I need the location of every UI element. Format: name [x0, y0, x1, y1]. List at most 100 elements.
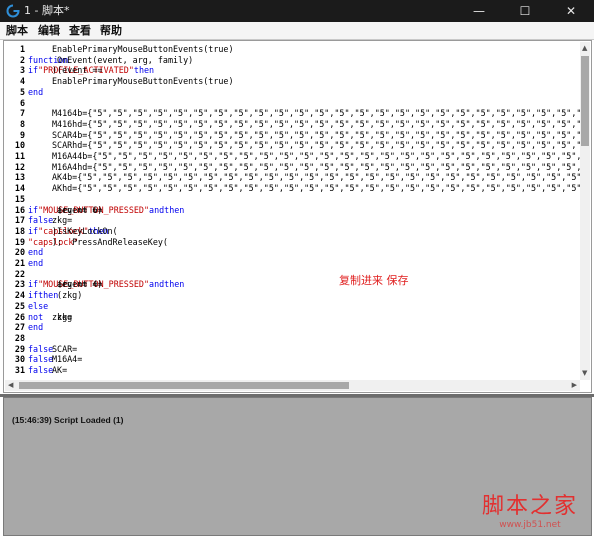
- line-number: 18: [14, 225, 25, 236]
- keyword-token: end: [28, 322, 44, 333]
- code-text[interactable]: end: [28, 247, 43, 258]
- keyword-token: if: [28, 290, 39, 301]
- code-text[interactable]: else: [28, 301, 48, 312]
- line-number: 9: [19, 129, 25, 140]
- code-token: EnablePrimaryMouseButtonEvents(true): [52, 76, 234, 87]
- horizontal-scrollbar[interactable]: ◀ ▶: [5, 380, 580, 391]
- line-number: 16: [14, 204, 25, 215]
- line-number: 25: [14, 300, 25, 311]
- code-token: M4164b={"5","5","5","5","5","5","5","5",…: [52, 108, 580, 119]
- annotation-note: 复制进来 保存: [339, 274, 409, 287]
- menu-view[interactable]: 查看: [69, 23, 91, 38]
- code-token: arg == 4): [52, 279, 108, 290]
- code-token: M16A4hd={"5","5","5","5","5","5","5","5"…: [52, 161, 580, 172]
- line-number: 10: [14, 140, 25, 151]
- code-token: EnablePrimaryMouseButtonEvents(true): [52, 44, 234, 54]
- line-number: 24: [14, 290, 25, 301]
- code-text[interactable]: zkg= not zkg: [28, 312, 72, 323]
- line-number: 21: [14, 258, 25, 268]
- keyword-token: else: [28, 300, 49, 311]
- code-text[interactable]: if IsKeyLockOn("capslock") then: [28, 225, 118, 237]
- code-text[interactable]: if (event == "PROFILE_ACTIVATED") then: [28, 65, 154, 76]
- keyword-token: if: [28, 225, 39, 236]
- code-token: SCARhd={"5","5","5","5","5","5","5","5",…: [52, 140, 580, 151]
- menu-help[interactable]: 帮助: [100, 23, 122, 38]
- menu-script[interactable]: 脚本: [6, 23, 28, 38]
- line-number: 11: [14, 151, 25, 161]
- line-number: 28: [14, 332, 25, 343]
- code-token: M416hd={"5","5","5","5","5","5","5","5",…: [52, 118, 580, 129]
- line-number: 17: [14, 215, 25, 226]
- line-number: 4: [19, 76, 25, 87]
- line-number: 27: [14, 322, 25, 333]
- line-number: 19: [14, 236, 25, 247]
- line-number: 29: [14, 343, 25, 354]
- line-number: 12: [14, 161, 25, 172]
- line-number: 1: [19, 44, 25, 54]
- code-token: zkg: [52, 311, 73, 322]
- keyword-token: end: [28, 247, 44, 258]
- horizontal-scroll-thumb[interactable]: [19, 382, 349, 389]
- line-number: 15: [14, 193, 25, 204]
- code-token: zkg=: [52, 215, 73, 226]
- code-text[interactable]: end: [28, 87, 43, 98]
- vertical-scroll-thumb[interactable]: [581, 56, 589, 146]
- line-number: 7: [19, 108, 25, 119]
- scroll-right-arrow-icon[interactable]: ▶: [572, 381, 577, 390]
- menu-edit[interactable]: 编辑: [38, 23, 60, 38]
- scroll-down-arrow-icon[interactable]: ▼: [582, 369, 587, 378]
- window-title: 1 - 脚本*: [24, 4, 70, 17]
- title-bar: 1 - 脚本* — ☐ ✕: [0, 0, 594, 22]
- line-number: 8: [19, 118, 25, 129]
- line-number: 31: [14, 365, 25, 375]
- line-number: 3: [19, 65, 25, 76]
- vertical-scrollbar[interactable]: ▲ ▼: [580, 42, 590, 380]
- line-number: 26: [14, 311, 25, 322]
- code-text[interactable]: if (event == "MOUSE_BUTTON_PRESSED" and …: [28, 279, 184, 290]
- maximize-button[interactable]: ☐: [502, 0, 548, 22]
- code-text[interactable]: M16A4= false: [28, 354, 82, 365]
- keyword-token: end: [28, 86, 44, 97]
- code-token: ): [52, 65, 63, 76]
- line-number: 30: [14, 354, 25, 365]
- watermark: 脚本之家 www.jb51.net: [470, 495, 590, 531]
- keyword-token: if: [28, 204, 39, 215]
- code-area[interactable]: 1 EnablePrimaryMouseButtonEvents(true) 2 fu…: [4, 44, 580, 378]
- script-editor[interactable]: 1 EnablePrimaryMouseButtonEvents(true) 2 fu…: [3, 40, 592, 393]
- scroll-up-arrow-icon[interactable]: ▲: [582, 44, 587, 53]
- logitech-g-logo-icon: [6, 4, 20, 18]
- menu-bar: 脚本 编辑 查看 帮助: [0, 22, 594, 40]
- keyword-token: then: [164, 204, 185, 215]
- keyword-token: false: [28, 365, 54, 375]
- code-text[interactable]: AK= false: [28, 365, 67, 376]
- code-token: OnEvent(event, arg, family): [52, 54, 194, 65]
- minimize-button[interactable]: —: [456, 0, 502, 22]
- code-token: PressAndReleaseKey(: [52, 236, 168, 247]
- code-token: (zkg): [52, 290, 83, 301]
- code-text[interactable]: zkg= false: [28, 215, 72, 226]
- keyword-token: and: [149, 279, 165, 290]
- code-text[interactable]: function OnEvent(event, arg, family): [28, 55, 193, 66]
- code-token: arg == 6): [52, 204, 108, 215]
- scroll-left-arrow-icon[interactable]: ◀: [8, 381, 13, 390]
- line-number: 14: [14, 183, 25, 194]
- keyword-token: false: [28, 343, 54, 354]
- code-token: AKhd={"5","5","5","5","5","5","5","5","5…: [52, 183, 580, 194]
- code-token: M16A44b={"5","5","5","5","5","5","5","5"…: [52, 151, 580, 161]
- line-number: 5: [19, 86, 25, 97]
- close-button[interactable]: ✕: [548, 0, 594, 22]
- keyword-token: and: [149, 204, 165, 215]
- line-number: 22: [14, 268, 25, 279]
- code-token: );: [52, 236, 63, 247]
- line-number: 23: [14, 279, 25, 290]
- code-text[interactable]: if (zkg) then: [28, 290, 82, 301]
- code-text[interactable]: end: [28, 322, 43, 333]
- code-text[interactable]: PressAndReleaseKey("capslock");: [28, 236, 168, 248]
- code-text[interactable]: if (event == "MOUSE_BUTTON_PRESSED" and …: [28, 205, 184, 216]
- line-number: 2: [19, 54, 25, 65]
- watermark-title: 脚本之家: [481, 494, 578, 519]
- code-text[interactable]: end: [28, 258, 43, 269]
- code-text[interactable]: SCAR= false: [28, 343, 77, 355]
- code-token: SCAR4b={"5","5","5","5","5","5","5","5",…: [52, 129, 580, 140]
